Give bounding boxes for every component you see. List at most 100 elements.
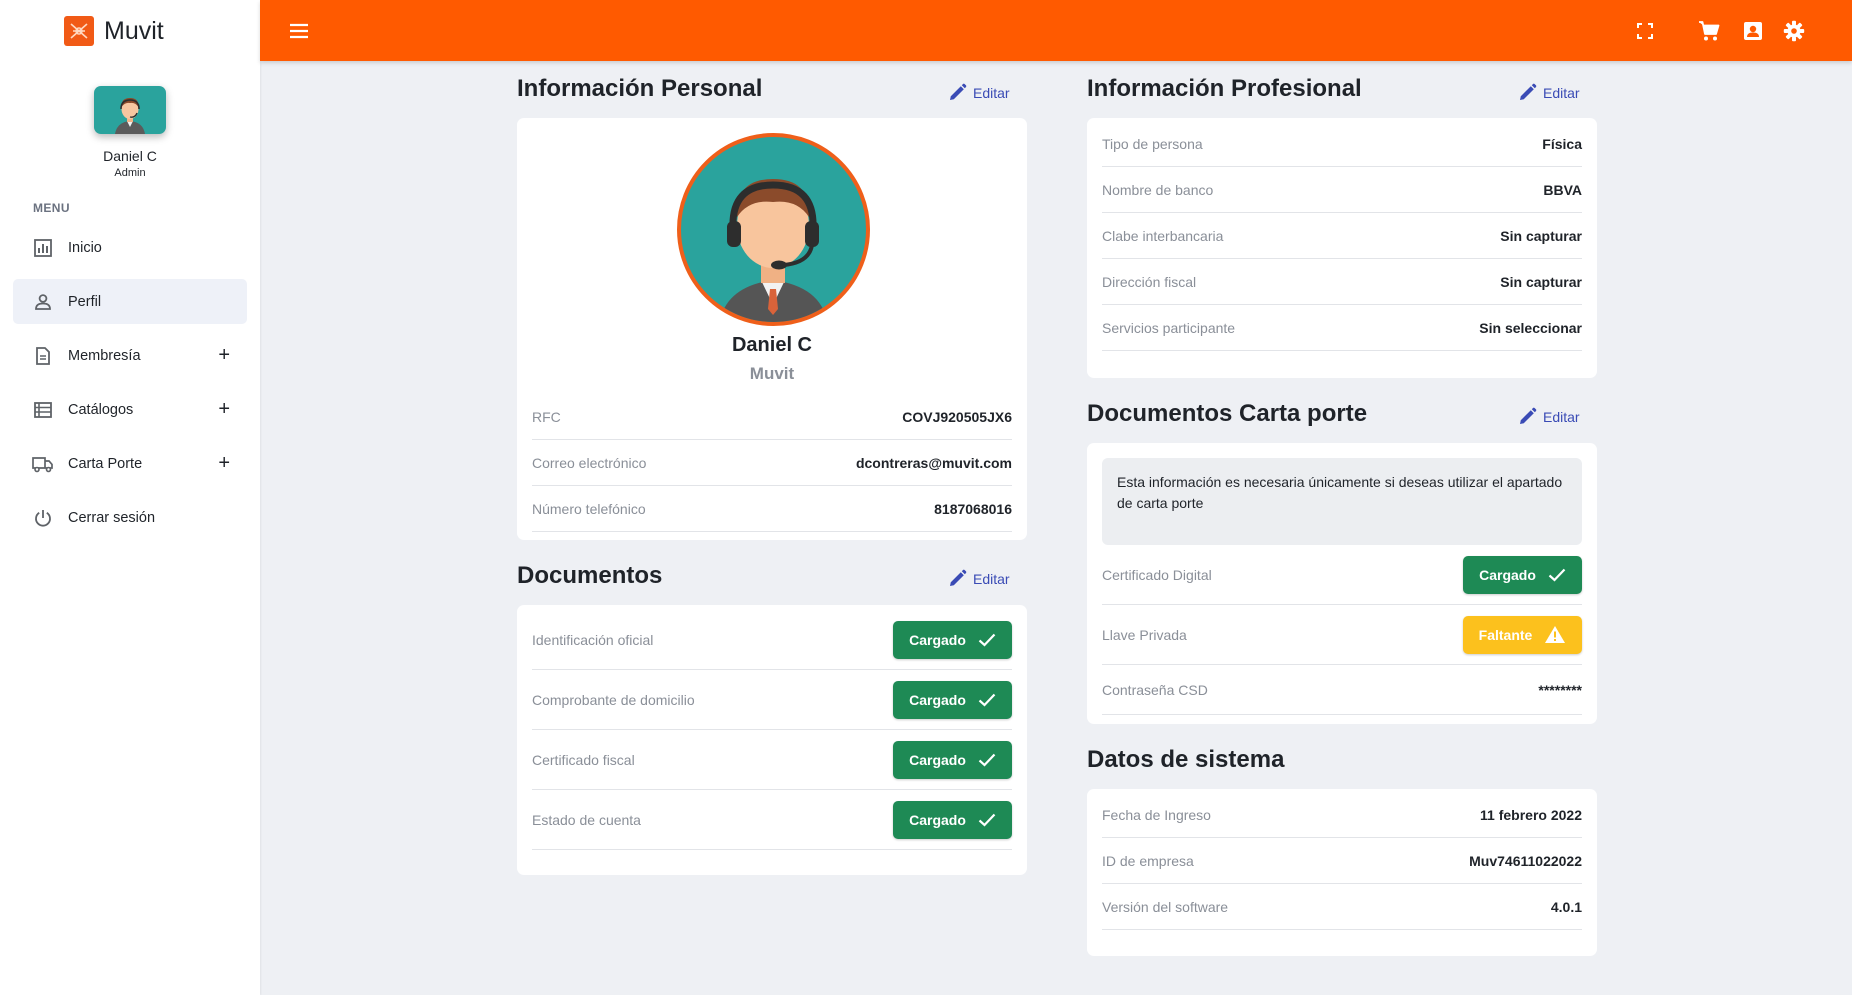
row-label: Clabe interbancaria [1102, 227, 1224, 244]
sidebar-item-label: Carta Porte [68, 455, 143, 472]
muvit-logo-icon [64, 16, 94, 46]
chart-icon [32, 237, 54, 259]
check-icon [978, 753, 996, 767]
row-label: Versión del software [1102, 898, 1229, 915]
cargado-button[interactable]: Cargado [893, 800, 1012, 839]
topbar [260, 0, 1852, 61]
gear-icon[interactable] [1781, 18, 1807, 44]
cart-icon[interactable] [1696, 18, 1722, 44]
documentos-title: Documentos [517, 562, 663, 589]
edit-profesional-button[interactable]: Editar [1518, 83, 1580, 102]
row-value: Física [1542, 135, 1582, 152]
sidebar-item-perfil[interactable]: Perfil [13, 279, 247, 324]
row-label: Comprobante de domicilio [532, 691, 695, 708]
menu-title: MENU [33, 201, 70, 215]
sidebar-item-label: Inicio [68, 239, 102, 256]
cargado-button[interactable]: Cargado [893, 620, 1012, 659]
row-label: Identificación oficial [532, 631, 654, 648]
sidebar-item-inicio[interactable]: Inicio [13, 225, 247, 270]
sidebar-item-carta-porte[interactable]: Carta Porte + [13, 441, 247, 486]
row-value: COVJ920505JX6 [902, 408, 1012, 425]
info-row: RFC COVJ920505JX6 [532, 394, 1012, 440]
sidebar-item-label: Membresía [68, 347, 141, 364]
edit-carta-porte-button[interactable]: Editar [1518, 407, 1580, 426]
info-row: Versión del software 4.0.1 [1102, 884, 1582, 930]
row-label: Contraseña CSD [1102, 681, 1208, 698]
edit-label: Editar [973, 84, 1010, 101]
expand-icon[interactable]: + [218, 344, 230, 367]
cargado-button[interactable]: Cargado [893, 740, 1012, 779]
cargado-button[interactable]: Cargado [893, 680, 1012, 719]
check-icon [978, 813, 996, 827]
sidebar-item-label: Cerrar sesión [68, 509, 156, 526]
info-row: Tipo de persona Física [1102, 121, 1582, 167]
person-icon [32, 291, 54, 313]
row-value: Sin capturar [1500, 227, 1582, 244]
truck-icon [32, 453, 54, 475]
professional-info-title: Información Profesional [1087, 75, 1362, 102]
sistema-card: Fecha de Ingreso 11 febrero 2022 ID de e… [1087, 789, 1597, 956]
row-label: ID de empresa [1102, 852, 1194, 869]
row-value: 4.0.1 [1550, 898, 1582, 915]
status-label: Cargado [909, 691, 966, 708]
info-row: Número telefónico 8187068016 [532, 486, 1012, 532]
faltante-button[interactable]: Faltante [1463, 615, 1582, 654]
edit-documentos-button[interactable]: Editar [948, 569, 1010, 588]
row-value: 11 febrero 2022 [1480, 806, 1582, 823]
info-row: Contraseña CSD ******** [1102, 665, 1582, 715]
document-row: Identificación oficial Cargado [532, 610, 1012, 670]
row-label: Nombre de banco [1102, 181, 1214, 198]
expand-icon[interactable]: + [218, 398, 230, 421]
sidebar: Muvit Daniel C Admin MENU Inicio Perfil … [0, 0, 260, 995]
document-row: Certificado fiscal Cargado [532, 730, 1012, 790]
profile-company: Muvit [749, 364, 795, 383]
edit-personal-button[interactable]: Editar [948, 83, 1010, 102]
carta-porte-title: Documentos Carta porte [1087, 400, 1368, 427]
row-label: RFC [532, 408, 561, 425]
cargado-button[interactable]: Cargado [1463, 555, 1582, 594]
status-label: Cargado [1479, 566, 1536, 583]
warning-icon [1545, 626, 1566, 643]
avatar[interactable] [94, 86, 166, 134]
row-value: dcontreras@muvit.com [855, 454, 1012, 471]
menu-icon[interactable] [286, 18, 312, 44]
info-row: Dirección fiscal Sin capturar [1102, 259, 1582, 305]
row-value: BBVA [1543, 181, 1582, 198]
sidebar-item-membresia[interactable]: Membresía + [13, 333, 247, 378]
info-row: Nombre de banco BBVA [1102, 167, 1582, 213]
row-value: Sin seleccionar [1479, 319, 1582, 336]
row-label: Servicios participante [1102, 319, 1236, 336]
status-label: Faltante [1478, 626, 1533, 643]
check-icon [978, 693, 996, 707]
sidebar-item-cerrar-sesion[interactable]: Cerrar sesión [13, 495, 247, 540]
professional-info-card: Tipo de persona Física Nombre de banco B… [1087, 118, 1597, 378]
info-row: Fecha de Ingreso 11 febrero 2022 [1102, 792, 1582, 838]
sidebar-item-catalogos[interactable]: Catálogos + [13, 387, 247, 432]
personal-info-card: Daniel C Muvit RFC COVJ920505JX6 Correo … [517, 118, 1027, 540]
row-label: Dirección fiscal [1102, 273, 1197, 290]
row-label: Fecha de Ingreso [1102, 806, 1211, 823]
contact-icon[interactable] [1740, 18, 1766, 44]
sidebar-item-label: Perfil [68, 293, 102, 310]
user-name: Daniel C [103, 148, 157, 164]
pencil-icon [1520, 407, 1537, 424]
row-label: Estado de cuenta [532, 811, 641, 828]
expand-icon[interactable]: + [218, 452, 230, 475]
fullscreen-icon[interactable] [1632, 18, 1658, 44]
info-row: Servicios participante Sin seleccionar [1102, 305, 1582, 351]
user-block: Daniel C Admin [0, 62, 260, 179]
row-label: Tipo de persona [1102, 135, 1203, 152]
row-label: Certificado Digital [1102, 566, 1212, 583]
sidebar-item-label: Catálogos [68, 401, 134, 418]
check-icon [1548, 568, 1566, 582]
brand[interactable]: Muvit [0, 0, 260, 62]
document-row: Estado de cuenta Cargado [532, 790, 1012, 850]
power-icon [32, 507, 54, 529]
status-label: Cargado [909, 811, 966, 828]
check-icon [978, 633, 996, 647]
row-label: Número telefónico [532, 500, 646, 517]
pencil-icon [950, 569, 967, 586]
profile-avatar [677, 133, 870, 326]
personal-info-title: Información Personal [517, 75, 763, 102]
info-row: Correo electrónico dcontreras@muvit.com [532, 440, 1012, 486]
